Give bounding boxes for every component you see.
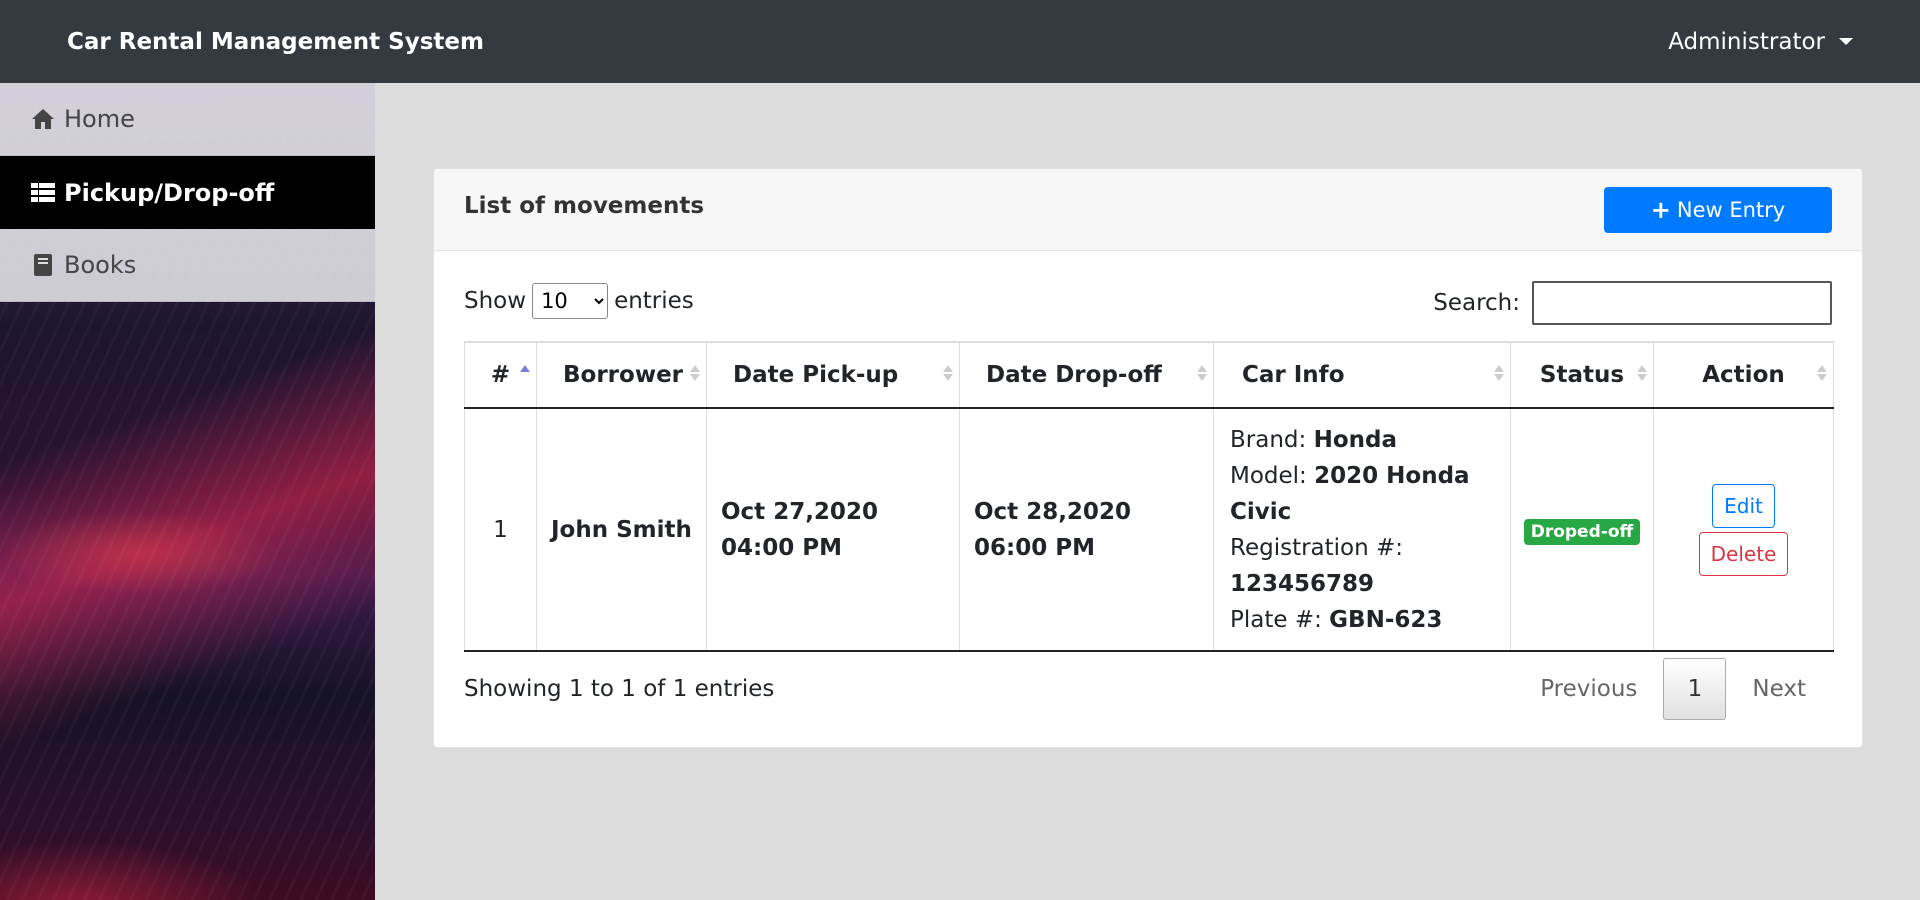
sidebar-item-books[interactable]: Books: [0, 229, 375, 302]
registration-label: Registration #:: [1230, 534, 1404, 561]
entries-length-control: Show 10 entries: [464, 283, 694, 319]
page-1-button[interactable]: 1: [1663, 658, 1727, 720]
edit-button[interactable]: Edit: [1712, 483, 1775, 528]
movements-card: List of movements + New Entry Show 10 en…: [433, 168, 1863, 748]
search-control: Search:: [1433, 281, 1832, 325]
column-header-label: Date Pick-up: [733, 362, 899, 388]
borrower-name: John Smith: [536, 407, 707, 652]
card-title: List of movements: [464, 192, 705, 219]
sort-icon: [1817, 365, 1827, 381]
new-entry-label: New Entry: [1676, 197, 1786, 222]
column-header-label: Car Info: [1242, 362, 1345, 388]
plus-icon: +: [1650, 195, 1671, 224]
user-name: Administrator: [1668, 28, 1825, 55]
column-header-action[interactable]: Action: [1653, 341, 1834, 409]
brand-value: Honda: [1313, 426, 1397, 453]
dropoff-date: Oct 28,2020 06:00 PM: [959, 407, 1214, 652]
car-registration: Registration #: 123456789: [1230, 530, 1494, 602]
sidebar-item-label: Books: [64, 251, 137, 279]
previous-button[interactable]: Previous: [1514, 676, 1663, 702]
column-header-date-dropoff[interactable]: Date Drop-off: [959, 341, 1214, 409]
sort-icon: [1494, 365, 1504, 381]
row-number: 1: [464, 407, 537, 652]
status-cell: Droped-off: [1510, 407, 1654, 652]
column-header-label: #: [490, 362, 511, 388]
entries-label: entries: [614, 288, 694, 314]
sidebar-item-label: Pickup/Drop-off: [64, 178, 275, 207]
column-header-status[interactable]: Status: [1510, 341, 1654, 409]
model-label: Model:: [1230, 462, 1307, 489]
row-actions: Edit Delete: [1668, 483, 1819, 576]
sort-icon: [1637, 365, 1647, 381]
entries-per-page-select[interactable]: 10: [532, 283, 609, 319]
plate-value: GBN-623: [1329, 606, 1443, 633]
movements-table: # Borrower Date Pick-up Date Drop-off Ca…: [464, 341, 1834, 652]
status-badge: Droped-off: [1523, 518, 1641, 545]
search-input[interactable]: [1532, 281, 1832, 325]
table-header-row: # Borrower Date Pick-up Date Drop-off Ca…: [464, 341, 1834, 409]
car-info-cell: Brand: Honda Model: 2020 Honda Civic Reg…: [1213, 407, 1511, 652]
column-header-date-pickup[interactable]: Date Pick-up: [706, 341, 960, 409]
entries-info: Showing 1 to 1 of 1 entries: [464, 676, 775, 702]
column-header-car-info[interactable]: Car Info: [1213, 341, 1511, 409]
book-icon: [30, 253, 56, 277]
delete-button[interactable]: Delete: [1699, 531, 1788, 576]
next-button[interactable]: Next: [1726, 676, 1832, 702]
sort-icon: [1197, 365, 1207, 381]
caret-down-icon: [1839, 38, 1853, 45]
column-header-label: Date Drop-off: [986, 362, 1162, 388]
action-cell: Edit Delete: [1653, 407, 1834, 652]
sidebar-item-home[interactable]: Home: [0, 83, 375, 156]
table-row: 1 John Smith Oct 27,2020 04:00 PM Oct 28…: [464, 407, 1834, 652]
home-icon: [30, 107, 56, 131]
column-header-label: Action: [1702, 362, 1785, 388]
car-brand: Brand: Honda: [1230, 422, 1494, 458]
table-icon: [30, 181, 56, 205]
card-body: Show 10 entries Search: # Borrower Date …: [434, 251, 1862, 720]
user-menu-dropdown[interactable]: Administrator: [1668, 29, 1853, 55]
sort-icon: [690, 365, 700, 381]
top-navbar: Car Rental Management System Administrat…: [0, 0, 1920, 83]
card-header: List of movements + New Entry: [434, 169, 1862, 251]
show-label: Show: [464, 288, 527, 314]
column-header-borrower[interactable]: Borrower: [536, 341, 707, 409]
registration-value: 123456789: [1230, 570, 1375, 597]
sort-icon: [943, 365, 953, 381]
table-footer: Showing 1 to 1 of 1 entries Previous 1 N…: [464, 658, 1832, 720]
car-plate: Plate #: GBN-623: [1230, 602, 1494, 638]
car-model: Model: 2020 Honda Civic: [1230, 458, 1494, 530]
column-header-label: Borrower: [563, 362, 684, 388]
column-header-label: Status: [1539, 362, 1625, 388]
app-title: Car Rental Management System: [67, 28, 484, 55]
search-label: Search:: [1433, 290, 1520, 316]
pagination: Previous 1 Next: [1514, 658, 1832, 720]
pickup-date: Oct 27,2020 04:00 PM: [706, 407, 960, 652]
plate-label: Plate #:: [1230, 606, 1322, 633]
sidebar-item-label: Home: [64, 105, 135, 133]
column-header-number[interactable]: #: [464, 341, 537, 409]
sidebar: Home Pickup/Drop-off Books: [0, 83, 375, 900]
table-controls: Show 10 entries Search:: [464, 251, 1832, 341]
sort-ascending-icon: [520, 365, 530, 381]
new-entry-button[interactable]: + New Entry: [1604, 186, 1832, 233]
brand-label: Brand:: [1230, 426, 1307, 453]
sidebar-item-pickup-dropoff[interactable]: Pickup/Drop-off: [0, 156, 375, 229]
